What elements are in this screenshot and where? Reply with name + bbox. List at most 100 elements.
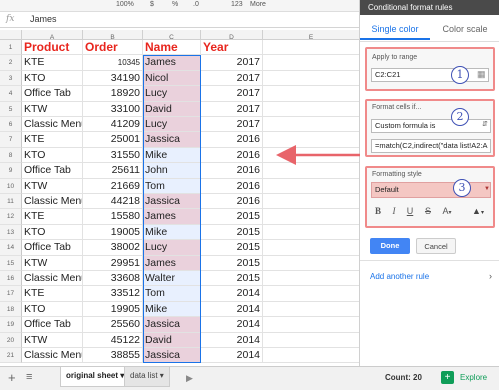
- style-select[interactable]: Default: [371, 182, 491, 198]
- year-cell[interactable]: 2017: [201, 55, 263, 71]
- tab-single-color[interactable]: Single color: [360, 18, 430, 40]
- name-cell[interactable]: James: [143, 55, 201, 71]
- name-cell[interactable]: Mike: [143, 147, 201, 164]
- empty-cell[interactable]: [263, 194, 360, 210]
- bold-icon[interactable]: B: [371, 206, 385, 218]
- year-cell[interactable]: 2014: [201, 286, 263, 302]
- row-header[interactable]: 15: [0, 255, 22, 271]
- zoom-select[interactable]: 100%: [116, 1, 134, 8]
- name-cell[interactable]: Jassica: [143, 317, 201, 333]
- add-sheet-icon[interactable]: +: [8, 370, 16, 385]
- year-cell[interactable]: 2016: [201, 194, 263, 210]
- row-header[interactable]: 7: [0, 132, 22, 148]
- strikethrough-icon[interactable]: S: [421, 206, 435, 218]
- row-header[interactable]: 14: [0, 240, 22, 256]
- header-cell-order[interactable]: Order: [83, 40, 143, 56]
- product-cell[interactable]: Office Tab: [22, 86, 83, 102]
- year-cell[interactable]: 2016: [201, 132, 263, 148]
- scroll-right-icon[interactable]: ▶: [186, 373, 193, 384]
- empty-cell[interactable]: [263, 209, 360, 225]
- product-cell[interactable]: Office Tab: [22, 240, 83, 256]
- year-cell[interactable]: 2017: [201, 117, 263, 133]
- product-cell[interactable]: Classic Menu: [22, 348, 83, 364]
- product-cell[interactable]: KTO: [22, 224, 83, 241]
- tab-data-list[interactable]: data list ▾: [124, 367, 170, 387]
- add-rule-link[interactable]: Add another rule: [370, 272, 429, 281]
- row-header[interactable]: 1: [0, 40, 22, 56]
- column-header[interactable]: C: [143, 30, 201, 40]
- column-header[interactable]: D: [201, 30, 263, 40]
- row-header[interactable]: 10: [0, 178, 22, 194]
- product-cell[interactable]: Office Tab: [22, 163, 83, 179]
- row-header[interactable]: 18: [0, 301, 22, 318]
- product-cell[interactable]: KTO: [22, 70, 83, 87]
- name-cell[interactable]: Nicol: [143, 70, 201, 87]
- sheet-list-icon[interactable]: ≡: [26, 371, 32, 383]
- order-cell[interactable]: 34190: [83, 70, 143, 87]
- empty-cell[interactable]: [263, 40, 360, 56]
- header-cell-product[interactable]: Product: [22, 40, 83, 56]
- product-cell[interactable]: KTO: [22, 301, 83, 318]
- product-cell[interactable]: KTE: [22, 286, 83, 302]
- year-cell[interactable]: 2014: [201, 301, 263, 318]
- underline-icon[interactable]: U: [403, 206, 417, 218]
- decimal-decrease-button[interactable]: .0: [193, 1, 199, 8]
- row-header[interactable]: 12: [0, 209, 22, 225]
- year-cell[interactable]: 2017: [201, 70, 263, 87]
- name-cell[interactable]: Tom: [143, 178, 201, 194]
- column-header[interactable]: B: [83, 30, 143, 40]
- order-cell[interactable]: 25001: [83, 132, 143, 148]
- product-cell[interactable]: Classic Menu: [22, 117, 83, 133]
- year-cell[interactable]: 2015: [201, 240, 263, 256]
- order-cell[interactable]: 33100: [83, 101, 143, 117]
- chevron-right-icon[interactable]: ›: [489, 271, 492, 281]
- product-cell[interactable]: KTE: [22, 132, 83, 148]
- order-cell[interactable]: 29951: [83, 255, 143, 271]
- row-header[interactable]: 19: [0, 317, 22, 333]
- order-cell[interactable]: 25611: [83, 163, 143, 179]
- order-cell[interactable]: 10345: [83, 55, 143, 71]
- empty-cell[interactable]: [263, 70, 360, 87]
- order-cell[interactable]: 25560: [83, 317, 143, 333]
- row-header[interactable]: 11: [0, 194, 22, 210]
- condition-select[interactable]: Custom formula is: [371, 119, 491, 133]
- name-cell[interactable]: Jassica: [143, 194, 201, 210]
- italic-icon[interactable]: I: [387, 206, 401, 218]
- order-cell[interactable]: 41209: [83, 117, 143, 133]
- explore-icon[interactable]: +: [441, 371, 454, 384]
- empty-cell[interactable]: [263, 286, 360, 302]
- year-cell[interactable]: 2017: [201, 101, 263, 117]
- row-header[interactable]: 13: [0, 224, 22, 241]
- formula-input[interactable]: James: [30, 14, 57, 24]
- row-header[interactable]: 20: [0, 332, 22, 348]
- empty-cell[interactable]: [263, 240, 360, 256]
- order-cell[interactable]: 44218: [83, 194, 143, 210]
- empty-cell[interactable]: [263, 178, 360, 194]
- empty-cell[interactable]: [263, 332, 360, 348]
- name-cell[interactable]: Lucy: [143, 86, 201, 102]
- product-cell[interactable]: KTE: [22, 55, 83, 71]
- year-cell[interactable]: 2014: [201, 332, 263, 348]
- name-cell[interactable]: Jassica: [143, 132, 201, 148]
- product-cell[interactable]: KTW: [22, 178, 83, 194]
- header-cell-name[interactable]: Name: [143, 40, 201, 56]
- year-cell[interactable]: 2014: [201, 348, 263, 364]
- name-cell[interactable]: James: [143, 255, 201, 271]
- name-cell[interactable]: Mike: [143, 301, 201, 318]
- order-cell[interactable]: 33512: [83, 286, 143, 302]
- more-button[interactable]: More: [250, 1, 266, 8]
- product-cell[interactable]: KTW: [22, 101, 83, 117]
- percent-button[interactable]: %: [172, 1, 178, 8]
- order-cell[interactable]: 33608: [83, 271, 143, 287]
- empty-cell[interactable]: [263, 55, 360, 71]
- number-format-button[interactable]: 123: [231, 1, 243, 8]
- name-cell[interactable]: Mike: [143, 224, 201, 241]
- explore-label[interactable]: Explore: [460, 373, 487, 382]
- row-header[interactable]: 9: [0, 163, 22, 179]
- order-cell[interactable]: 19905: [83, 301, 143, 318]
- year-cell[interactable]: 2014: [201, 317, 263, 333]
- year-cell[interactable]: 2015: [201, 224, 263, 241]
- year-cell[interactable]: 2015: [201, 209, 263, 225]
- row-header[interactable]: 6: [0, 117, 22, 133]
- order-cell[interactable]: 21669: [83, 178, 143, 194]
